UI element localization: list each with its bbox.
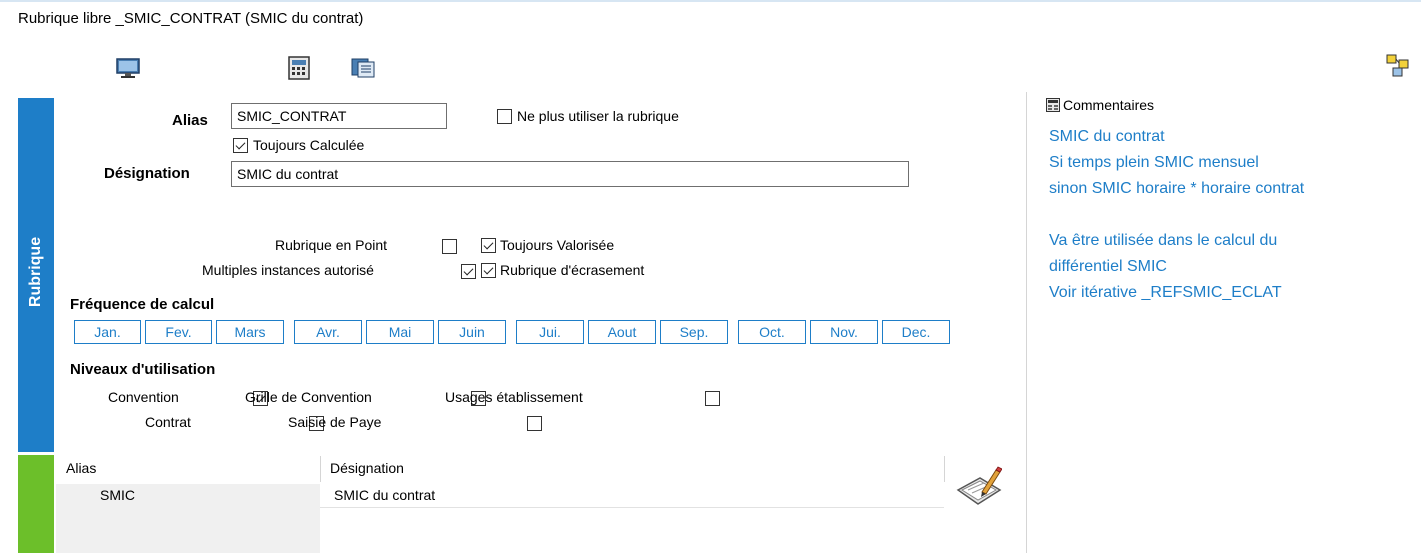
designation-input[interactable]: SMIC du contrat xyxy=(231,161,909,187)
rubrique-en-point-label: Rubrique en Point xyxy=(275,237,388,253)
frequence-title: Fréquence de calcul xyxy=(70,296,215,313)
niveaux-title: Niveaux d'utilisation xyxy=(70,361,216,378)
month-button[interactable]: Mars xyxy=(216,320,284,344)
month-button[interactable]: Mai xyxy=(366,320,434,344)
comments-title: Commentaires xyxy=(1063,97,1155,113)
grille-label: Grille de Convention xyxy=(245,389,372,405)
toujours-calculee-label: Toujours Calculée xyxy=(253,137,365,153)
saisie-label: Saisie de Paye xyxy=(288,414,382,430)
ne-plus-utiliser-option[interactable]: Ne plus utiliser la rubrique xyxy=(497,108,679,124)
toujours-valorisee-label: Toujours Valorisée xyxy=(500,237,615,253)
edit-notepad-icon[interactable] xyxy=(956,466,1003,511)
month-button[interactable]: Jan. xyxy=(74,320,141,344)
monitor-icon[interactable] xyxy=(115,57,141,82)
grid-row-divider xyxy=(320,507,944,508)
month-button[interactable]: Oct. xyxy=(738,320,806,344)
month-button[interactable]: Aout xyxy=(588,320,656,344)
flow-diagram-icon[interactable] xyxy=(1386,54,1410,81)
grid-cell-designation[interactable]: SMIC du contrat xyxy=(334,487,435,503)
comment-line: SMIC du contrat xyxy=(1049,128,1165,145)
rubrique-en-point-checkbox[interactable] xyxy=(442,238,457,254)
month-button[interactable]: Fev. xyxy=(145,320,212,344)
comments-icon xyxy=(1046,98,1060,112)
panel-divider xyxy=(1026,92,1027,553)
ne-plus-utiliser-label: Ne plus utiliser la rubrique xyxy=(517,108,679,124)
alias-input[interactable]: SMIC_CONTRAT xyxy=(231,103,447,129)
top-border xyxy=(0,0,1421,2)
usages-checkbox[interactable] xyxy=(704,390,720,406)
contrat-label: Contrat xyxy=(145,414,191,430)
grid-cell-alias[interactable]: SMIC xyxy=(100,487,135,503)
comments-header: Commentaires xyxy=(1046,97,1154,113)
alias-label: Alias xyxy=(172,112,208,129)
grid-header-separator xyxy=(320,456,321,482)
saisie-checkbox[interactable] xyxy=(527,415,543,431)
convention-label: Convention xyxy=(108,389,179,405)
associated-side-tab[interactable] xyxy=(18,455,54,553)
rubrique-ecrasement-label: Rubrique d'écrasement xyxy=(500,262,645,278)
usages-label: Usages établissement xyxy=(445,389,583,405)
month-button[interactable]: Dec. xyxy=(882,320,950,344)
multiples-instances-label: Multiples instances autorisé xyxy=(202,262,374,278)
calculator-icon[interactable] xyxy=(286,56,312,83)
grid-header-separator xyxy=(944,456,945,482)
rubrique-side-label: Rubrique xyxy=(27,236,44,308)
grid-header-designation[interactable]: Désignation xyxy=(330,460,404,476)
comment-line: Voir itérative _REFSMIC_ECLAT xyxy=(1049,284,1282,301)
rubrique-ecrasement-checkbox[interactable] xyxy=(481,262,496,278)
toujours-calculee-option[interactable]: Toujours Calculée xyxy=(233,137,364,153)
month-button[interactable]: Nov. xyxy=(810,320,878,344)
window-title: Rubrique libre _SMIC_CONTRAT (SMIC du co… xyxy=(18,10,364,27)
rubrique-ecrasement-option[interactable]: Rubrique d'écrasement xyxy=(481,262,644,278)
comment-line: Va être utilisée dans le calcul du xyxy=(1049,232,1278,249)
window-list-icon[interactable] xyxy=(350,57,376,82)
grid-alias-column-bg xyxy=(56,484,320,553)
rubrique-side-tab[interactable]: Rubrique xyxy=(18,98,54,452)
month-button[interactable]: Avr. xyxy=(294,320,362,344)
toujours-valorisee-option[interactable]: Toujours Valorisée xyxy=(481,237,614,253)
comment-line: sinon SMIC horaire * horaire contrat xyxy=(1049,180,1305,197)
grid-header-alias[interactable]: Alias xyxy=(66,460,96,476)
month-selector: Jan. Fev. Mars Avr. Mai Juin Jui. Aout S… xyxy=(74,320,954,344)
comment-line: différentiel SMIC xyxy=(1049,258,1167,275)
month-button[interactable]: Jui. xyxy=(516,320,584,344)
multiples-instances-checkbox[interactable] xyxy=(460,263,476,279)
month-button[interactable]: Sep. xyxy=(660,320,728,344)
designation-label: Désignation xyxy=(104,165,190,182)
month-button[interactable]: Juin xyxy=(438,320,506,344)
comment-line: Si temps plein SMIC mensuel xyxy=(1049,154,1259,171)
toujours-valorisee-checkbox[interactable] xyxy=(481,237,496,253)
toujours-calculee-checkbox[interactable] xyxy=(233,137,248,153)
ne-plus-utiliser-checkbox[interactable] xyxy=(497,108,512,124)
